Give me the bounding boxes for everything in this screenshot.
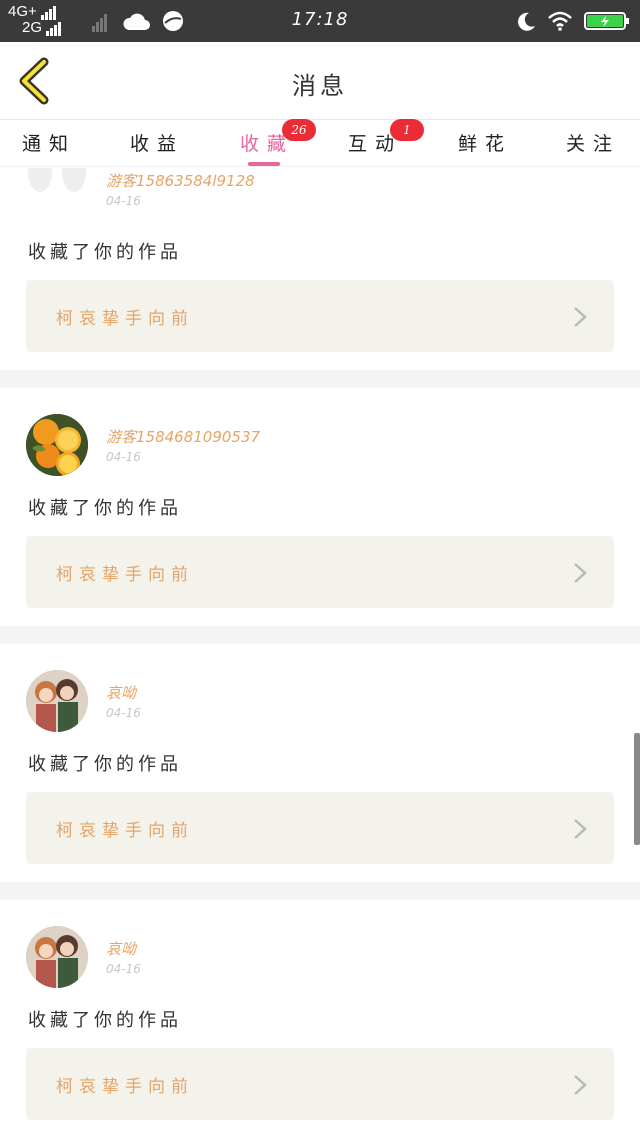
avatar[interactable] — [26, 670, 88, 732]
message-text: 收藏了你的作品 — [28, 498, 182, 519]
message-text: 收藏了你的作品 — [28, 754, 182, 775]
work-title: 柯哀挚手向前 — [56, 565, 194, 585]
work-link[interactable]: 柯哀挚手向前 — [26, 1048, 614, 1120]
tab-notifications[interactable]: 通知 — [0, 129, 102, 156]
username[interactable]: 哀呦 — [106, 938, 136, 959]
moon-icon — [517, 12, 535, 31]
tab-bar: 通知 收益 收藏 26 互动 1 鲜花 关注 — [0, 119, 640, 167]
avatar-placeholder-icon — [28, 168, 86, 192]
message-time: 04-16 — [106, 450, 141, 464]
message-list[interactable]: 游客15863584l9128 04-16 收藏了你的作品 柯哀挚手向前 游客1… — [0, 168, 640, 1138]
chevron-right-icon — [574, 1075, 587, 1095]
battery-icon — [584, 11, 629, 30]
active-tab-indicator — [248, 162, 280, 166]
avatar[interactable] — [26, 168, 88, 210]
tab-favorites[interactable]: 收藏 26 — [214, 119, 320, 156]
chevron-right-icon — [574, 307, 587, 327]
list-item: 哀呦 04-16 收藏了你的作品 柯哀挚手向前 — [0, 900, 640, 1138]
message-time: 04-16 — [106, 962, 141, 976]
chevron-right-icon — [574, 563, 587, 583]
work-link[interactable]: 柯哀挚手向前 — [26, 792, 614, 864]
list-item: 游客15863584l9128 04-16 收藏了你的作品 柯哀挚手向前 — [0, 168, 640, 370]
page-title: 消息 — [292, 72, 348, 100]
message-text: 收藏了你的作品 — [28, 242, 182, 263]
scrollbar[interactable] — [634, 733, 640, 845]
username[interactable]: 游客15863584l9128 — [106, 170, 255, 191]
status-bar: 4G+ 2G 17:18 — [0, 0, 640, 42]
avatar[interactable] — [26, 414, 88, 476]
tab-following[interactable]: 关注 — [540, 129, 640, 156]
favorites-count-badge: 26 — [282, 119, 316, 141]
orange-avatar-image — [26, 414, 88, 476]
avatar[interactable] — [26, 926, 88, 988]
anime-avatar-image — [26, 926, 88, 988]
chevron-right-icon — [574, 819, 587, 839]
interactions-count-badge: 1 — [390, 119, 424, 141]
username[interactable]: 游客1584681090537 — [106, 426, 260, 447]
tab-earnings[interactable]: 收益 — [104, 129, 210, 156]
wifi-icon — [548, 11, 572, 31]
message-time: 04-16 — [106, 706, 141, 720]
list-item: 哀呦 04-16 收藏了你的作品 柯哀挚手向前 — [0, 644, 640, 882]
work-title: 柯哀挚手向前 — [56, 1077, 194, 1097]
tab-flowers[interactable]: 鲜花 — [432, 129, 538, 156]
list-item: 游客1584681090537 04-16 收藏了你的作品 柯哀挚手向前 — [0, 388, 640, 626]
work-title: 柯哀挚手向前 — [56, 309, 194, 329]
username[interactable]: 哀呦 — [106, 682, 136, 703]
message-text: 收藏了你的作品 — [28, 1010, 182, 1031]
work-link[interactable]: 柯哀挚手向前 — [26, 280, 614, 352]
message-time: 04-16 — [106, 194, 141, 208]
tab-interactions[interactable]: 互动 1 — [322, 119, 428, 156]
anime-avatar-image — [26, 670, 88, 732]
work-title: 柯哀挚手向前 — [56, 821, 194, 841]
header: 消息 — [0, 42, 640, 120]
work-link[interactable]: 柯哀挚手向前 — [26, 536, 614, 608]
